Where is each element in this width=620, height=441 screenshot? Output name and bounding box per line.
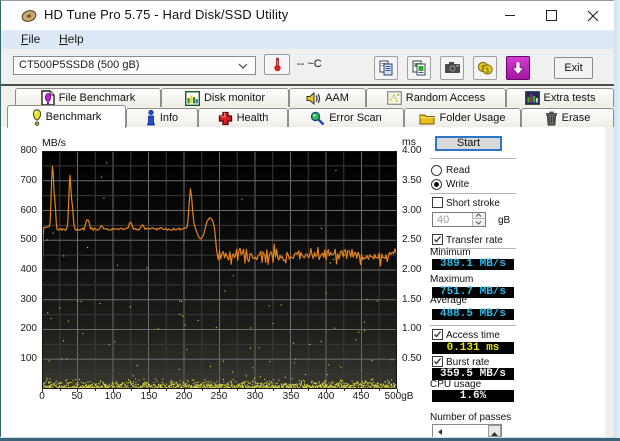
- svg-text:$: $: [486, 68, 490, 75]
